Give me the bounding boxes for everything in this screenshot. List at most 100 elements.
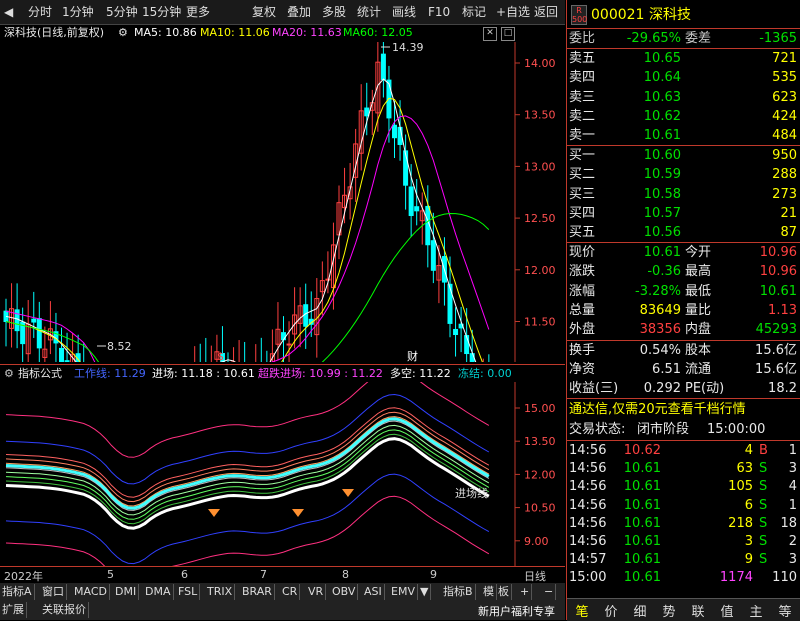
return-button[interactable]: 返回 [534,3,558,21]
tick-volume: 9 [744,552,753,568]
candle-body [31,318,37,323]
candle-body [447,283,453,324]
chart-maximize-icon[interactable]: □ [501,27,515,41]
quote-value: 45293 [755,322,797,338]
bottom-tab[interactable]: 主 [743,601,769,620]
ask-volume: 484 [772,128,797,144]
quote-row: 涨幅 -3.28% 最低 10.61 [567,282,800,301]
tab-fsl[interactable]: FSL [176,584,201,600]
f10-button[interactable]: F10 [428,3,450,21]
bottom-tab[interactable]: 联 [685,601,711,620]
indicator-settings-icon[interactable]: ⚙ [4,365,14,383]
tick-direction: S [759,515,768,531]
tab-emv[interactable]: EMV [389,584,418,600]
ask-level-label: 卖五 [569,51,596,66]
ask-price: 10.64 [643,70,681,86]
tab-asi[interactable]: ASI [362,584,385,600]
indicator-work-line: 工作线: 11.29 [74,367,146,380]
tab-ban[interactable]: 板 [496,584,512,600]
indicator-tab-bar: 指标A 窗口 MACD DMI DMA FSL TRIX BRAR CR VR … [0,583,565,601]
ma5-label: MA5: 10.86 [134,26,197,39]
back-arrow-icon[interactable]: ◀ [4,3,13,21]
bottom-tab[interactable]: 等 [772,601,798,620]
tab-dma[interactable]: DMA [143,584,174,600]
bottom-tab[interactable]: 势 [656,601,682,620]
bottom-tab[interactable]: 价 [598,601,624,620]
fund-label: 流通 [685,362,712,377]
tick-row: 14:56 10.61 6 S 1 [567,496,800,515]
bid-row: 买四 10.57 21 [567,204,800,223]
bottom-tab[interactable]: 细 [627,601,653,620]
multi-stock-button[interactable]: 多股 [322,3,346,21]
tab-indicator-a[interactable]: 指标A [0,584,35,600]
tab-indicator-b[interactable]: 指标B [441,584,476,600]
tab-15min[interactable]: 15分钟 [142,3,181,21]
candlestick-chart[interactable]: 14.39 8.52 $ 财 14.00 13.50 13.00 12.50 12.00… [0,42,565,362]
time-axis-month: 8 [342,568,349,581]
tab-more-arrow-icon[interactable]: ▼ [418,584,432,600]
tab-macd[interactable]: MACD [72,584,110,600]
fund-value: 15.6亿 [755,343,797,358]
rating-badge-top: R [576,6,582,15]
tick-direction: S [759,534,768,549]
tick-price: 10.61 [623,515,661,531]
tab-window[interactable]: 窗口 [40,584,67,600]
promo-link[interactable]: 新用户福利专享 [478,603,555,619]
tab-trix[interactable]: TRIX [205,584,236,600]
tab-5min[interactable]: 5分钟 [106,3,138,21]
tab-mo[interactable]: 模 [481,584,497,600]
chart-settings-icon[interactable]: ⚙ [118,24,128,42]
bid-volume: 288 [772,167,797,183]
indicator-chart[interactable]: 15.00 13.50 12.00 10.50 9.00 进场线 [0,382,565,566]
tab-intraday[interactable]: 分时 [28,3,52,21]
tab-cr[interactable]: CR [280,584,301,600]
tab-dmi[interactable]: DMI [113,584,140,600]
ask-level-label: 卖三 [569,89,596,105]
bid-price: 10.57 [643,205,681,221]
stats-button[interactable]: 统计 [357,3,381,21]
dividend-marker[interactable]: $ [217,350,224,362]
tab-more[interactable]: 更多 [186,3,210,21]
tab-brar[interactable]: BRAR [240,584,275,600]
quote-label: 外盘 [569,322,596,338]
promo-row[interactable]: 通达信,仅需20元查看千档行情 [567,400,800,419]
bid-level-label: 买四 [569,205,596,221]
tick-row: 15:00 10.61 1174 110 [567,568,800,587]
add-watchlist-button[interactable]: +自选 [496,3,530,21]
fund-label: 收益(三) [569,381,619,396]
quote-label: 总量 [569,302,596,318]
bid-price: 10.58 [643,186,681,202]
promo-text[interactable]: 通达信,仅需20元查看千档行情 [569,400,746,419]
fund-value: 15.6亿 [755,362,797,377]
ask-row: 卖二 10.62 424 [567,107,800,126]
mark-button[interactable]: 标记 [462,3,486,21]
bottom-tab[interactable]: 值 [714,601,740,620]
chart-close-icon[interactable]: ✕ [483,27,497,41]
tick-price: 10.61 [623,461,661,477]
tick-row: 14:56 10.61 63 S 3 [567,459,800,478]
tab-1min[interactable]: 1分钟 [62,3,94,21]
bottom-tab[interactable]: 笔 [569,601,595,620]
order-ratio-label: 委比 [569,31,596,46]
indicator-name: 指标公式 [18,367,62,380]
ask-price: 10.65 [643,51,681,66]
order-diff-label: 委差 [685,31,712,46]
ask-volume: 424 [772,108,797,124]
rating-badge[interactable]: R 500 [571,5,587,25]
candle-body [286,343,292,346]
tab-obv[interactable]: OBV [330,584,359,600]
ma20-line [5,115,490,362]
candle-body [64,360,70,362]
tab-vr[interactable]: VR [306,584,327,600]
add-pane-icon[interactable]: + [518,584,533,600]
finance-marker[interactable]: 财 [407,349,418,362]
tick-count: 1 [788,497,797,513]
draw-button[interactable]: 画线 [392,3,416,21]
tick-volume: 1174 [719,570,753,586]
overlay-button[interactable]: 叠加 [287,3,311,21]
tab-extension[interactable]: 扩展 [0,602,27,618]
adjust-button[interactable]: 复权 [252,3,276,21]
tab-related-quotes[interactable]: 关联报价 [40,602,89,618]
remove-pane-icon[interactable]: − [542,584,557,600]
candle-body [453,328,459,336]
